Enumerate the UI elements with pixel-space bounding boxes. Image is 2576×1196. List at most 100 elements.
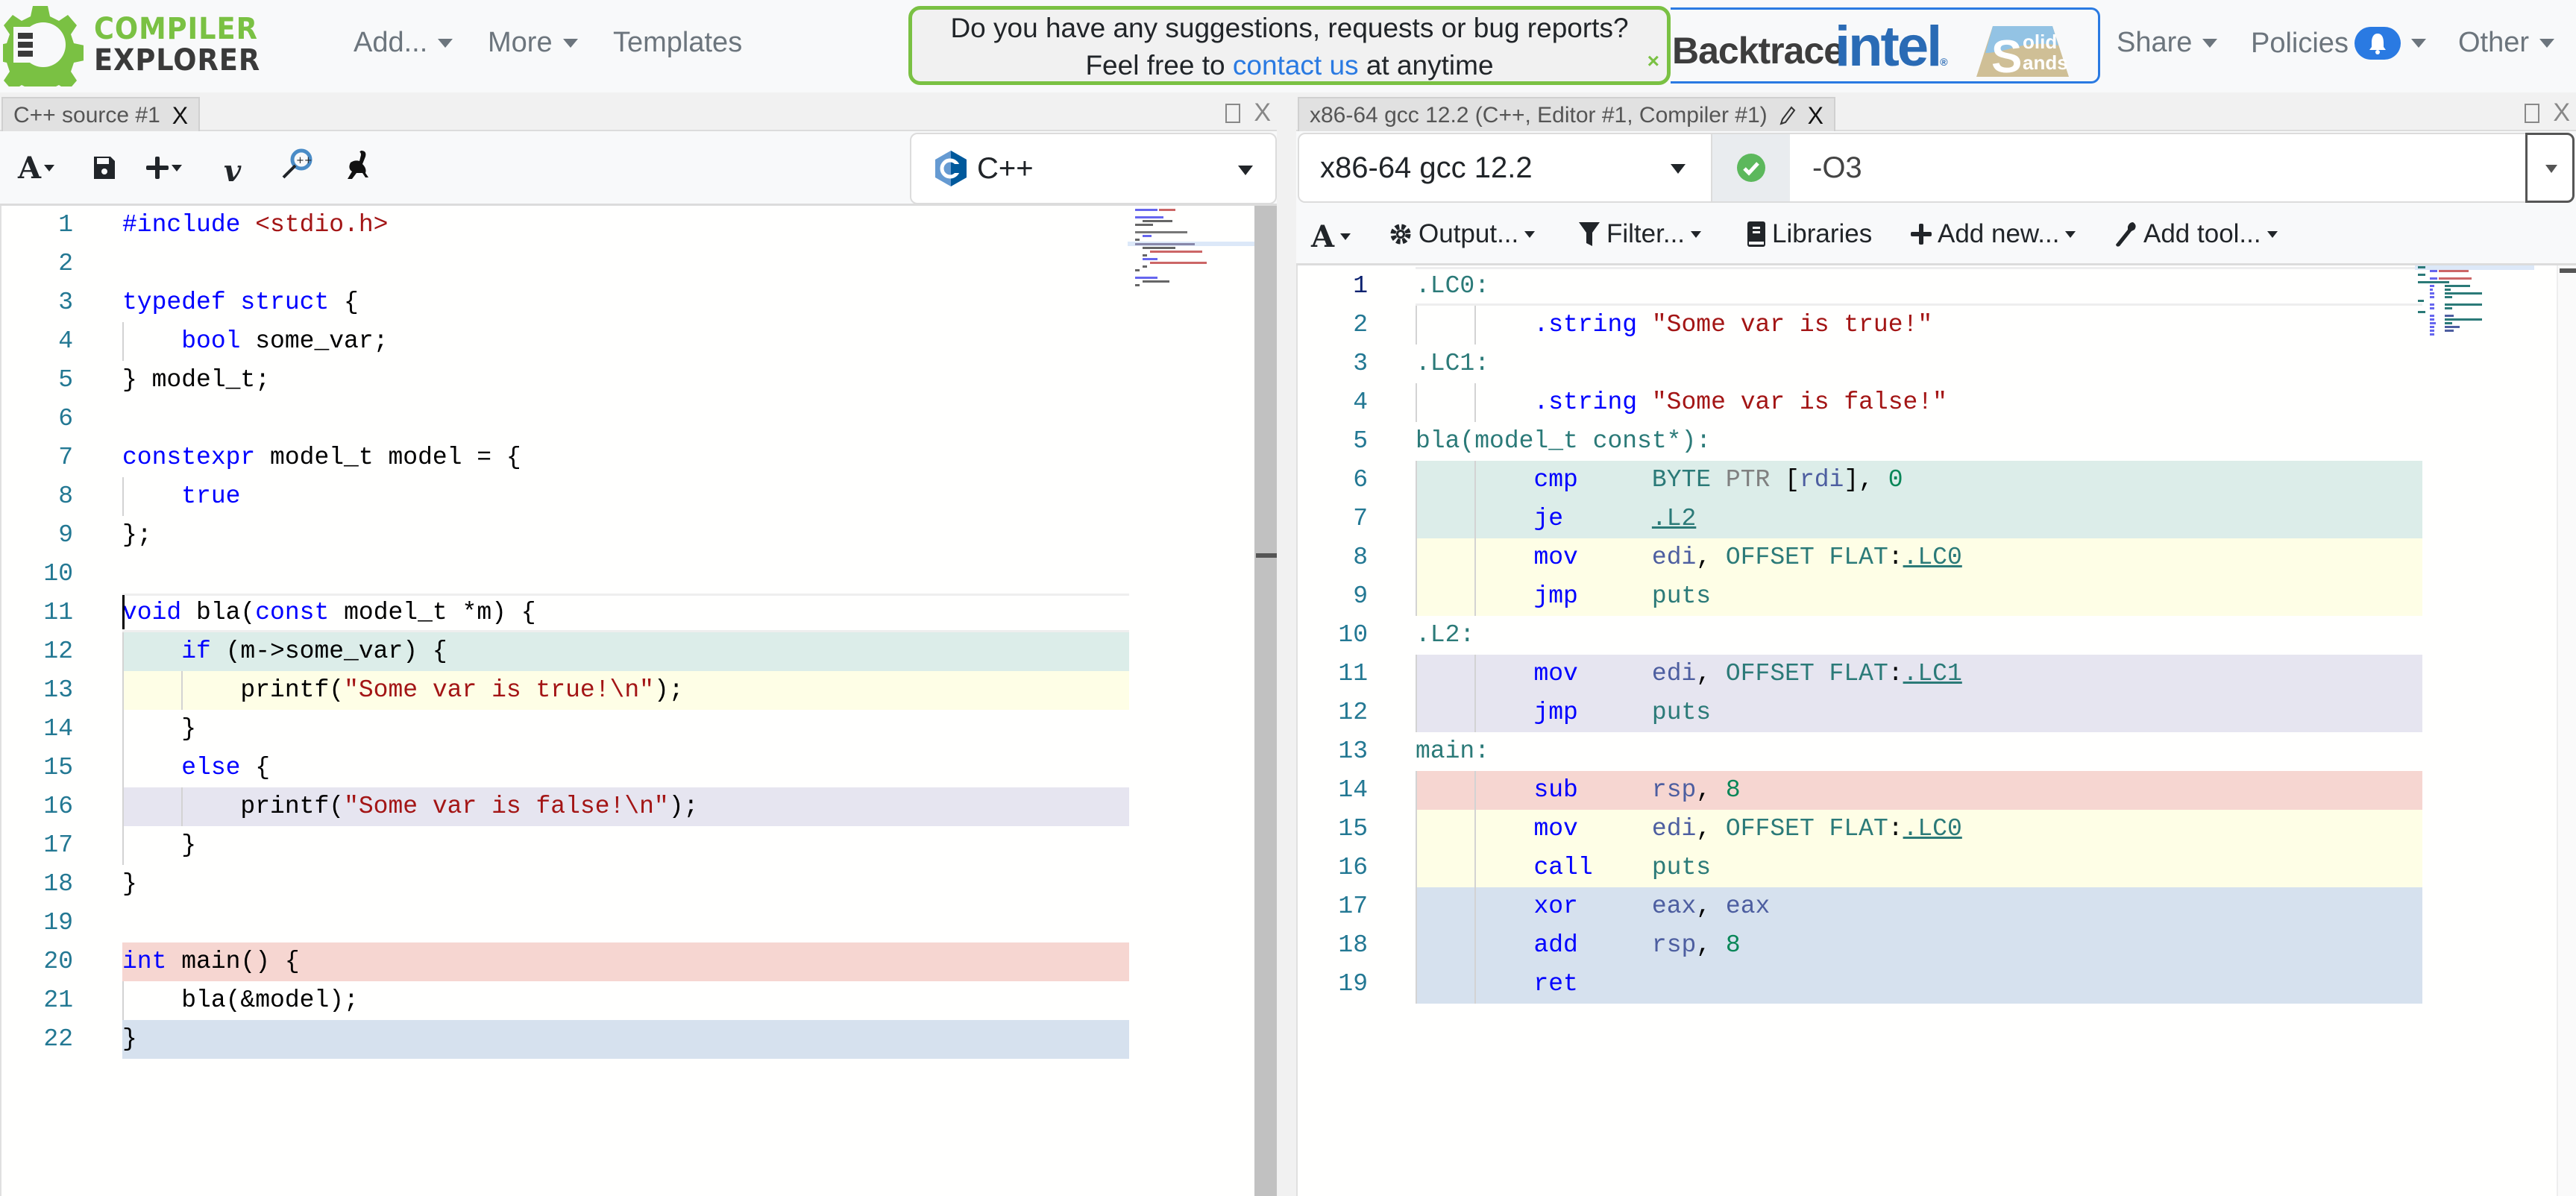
tab-close-button[interactable]: X [172,102,188,130]
add-new-menu-button[interactable]: Add new... [1911,219,2076,249]
nav-other-menu[interactable]: Other [2458,27,2555,59]
nav-templates-link[interactable]: Templates [613,27,742,59]
code-line[interactable]: 11 void bla(const model_t *m) { [1,594,1277,632]
pane-close-button[interactable]: X [1254,98,1271,128]
code-line[interactable]: 14 sub rsp, 8 [1298,771,2576,810]
code-line[interactable]: 17 } [1,826,1277,865]
code-line[interactable]: 11 mov edi, OFFSET FLAT:.LC1 [1298,655,2576,693]
code-line[interactable]: 16 call puts [1298,849,2576,887]
code-line[interactable]: 3 .LC1: [1298,344,2576,383]
vim-mode-button[interactable]: v [224,154,241,189]
code-line[interactable]: 4 .string "Some var is false!" [1298,383,2576,422]
assembly-minimap[interactable] [2415,265,2534,340]
assembly-output-editor[interactable]: 1 .LC0: 2 .string "Some var is true!" 3 .LC1… [1296,265,2576,1196]
compiler-options-input[interactable]: -O3 [1790,133,2536,203]
code-line[interactable]: 12 jmp puts [1298,693,2576,732]
font-size-icon: A [18,151,42,186]
code-line[interactable]: 4 bool some_var; [1,322,1277,361]
nav-policies-menu[interactable]: Policies [2251,27,2426,60]
code-line[interactable]: 15 mov edi, OFFSET FLAT:.LC0 [1298,810,2576,849]
code-line[interactable]: 19 [1,904,1277,942]
caret-down-icon [1691,230,1702,238]
quick-bench-button[interactable] [342,148,371,180]
save-button[interactable] [92,155,116,180]
code-text: } [122,826,196,865]
pane-splitter[interactable] [1277,92,1296,1196]
code-line[interactable]: 9}; [1,516,1277,555]
code-token-p [1578,544,1652,571]
code-line[interactable]: 6 cmp BYTE PTR [rdi], 0 [1298,461,2576,500]
solid-sands-logo-icon[interactable]: S olid ands [1975,23,2070,78]
font-size-button[interactable]: A [1311,219,1351,254]
code-line[interactable]: 13 printf("Some var is true!\n"); [1,671,1277,710]
code-token-link[interactable]: .L2 [1652,505,1696,532]
nav-more-menu[interactable]: More [488,27,578,59]
code-line[interactable]: 9 jmp puts [1298,577,2576,616]
code-line[interactable]: 15 else { [1,749,1277,787]
maximize-icon[interactable] [2525,103,2540,123]
code-line[interactable]: 22} [1,1020,1277,1059]
add-tool-menu-button[interactable]: Add tool... [2115,219,2278,249]
compiler-select[interactable]: x86-64 gcc 12.2 [1298,133,1712,203]
code-line[interactable]: 16 printf("Some var is false!\n"); [1,787,1277,826]
code-line[interactable]: 14 } [1,710,1277,749]
code-line[interactable]: 21 bla(&model); [1,981,1277,1020]
code-token-link[interactable]: .LC0 [1903,544,1962,571]
code-line[interactable]: 8 true [1,477,1277,516]
options-dropdown-button[interactable] [2525,133,2575,203]
code-text: else { [122,749,270,787]
line-number: 11 [1338,660,1368,687]
source-minimap[interactable] [1128,206,1254,303]
tab-close-button[interactable]: X [1808,102,1823,130]
font-size-button[interactable]: A [18,151,55,186]
nav-share-menu[interactable]: Share [2117,27,2218,59]
add-button[interactable] [146,155,182,180]
code-line[interactable]: 18 add rsp, 8 [1298,926,2576,965]
tab-cpp-source-1[interactable]: C++ source #1 X [1,97,201,133]
compiler-explorer-logo[interactable]: COMPILER EXPLORER [3,3,301,86]
code-line[interactable]: 18} [1,865,1277,904]
output-menu-button[interactable]: Output... [1389,219,1536,249]
code-token-dir: .string [1533,388,1638,416]
code-token-p: } [122,831,197,859]
contact-us-link[interactable]: contact us [1233,50,1359,81]
code-token-link[interactable]: .LC0 [1903,815,1962,843]
code-line[interactable]: 8 mov edi, OFFSET FLAT:.LC0 [1298,538,2576,577]
sponsors-box[interactable]: Backtrace intel® S olid ands [1671,7,2100,84]
pencil-icon[interactable] [1779,106,1796,125]
nav-add-menu[interactable]: Add... [354,27,453,59]
filter-menu-button[interactable]: Filter... [1578,219,1702,249]
code-line[interactable]: 12 if (m->some_var) { [1,632,1277,671]
source-code-editor[interactable]: 1 #include <stdio.h> 2 3 typedef struct {4 b… [0,206,1277,1196]
sponsor-backtrace[interactable]: Backtrace [1672,29,1844,72]
compile-status[interactable] [1712,133,1790,203]
code-line[interactable]: 5 bla(model_t const*): [1298,422,2576,461]
code-line[interactable]: 5} model_t; [1,361,1277,400]
code-line[interactable]: 17 xor eax, eax [1298,887,2576,926]
notification-badge[interactable] [2354,27,2401,60]
code-line[interactable]: 19 ret [1298,965,2576,1004]
code-line[interactable]: 7 constexpr model_t model = { [1,438,1277,477]
code-line[interactable]: 1 #include <stdio.h> [1,206,1277,245]
motd-close-button[interactable]: × [1647,43,1659,80]
cppinsights-button[interactable]: ++ [280,148,313,180]
code-line[interactable]: 2 .string "Some var is true!" [1298,306,2576,344]
code-line[interactable]: 13 main: [1298,732,2576,771]
pane-close-button[interactable]: X [2553,98,2570,128]
code-line[interactable]: 2 [1,245,1277,283]
code-token-link[interactable]: .LC1 [1903,660,1962,687]
code-line[interactable]: 20 int main() { [1,942,1277,981]
code-line[interactable]: 1 .LC0: [1298,267,2576,306]
code-line[interactable]: 10 [1,555,1277,594]
sponsor-intel[interactable]: intel® [1835,17,1948,92]
code-line[interactable]: 6 [1,400,1277,438]
language-select[interactable]: C++ [910,133,1277,204]
code-line[interactable]: 10 .L2: [1298,616,2576,655]
code-line[interactable]: 3 typedef struct { [1,283,1277,322]
assembly-scrollbar[interactable] [2557,265,2576,1196]
libraries-button[interactable]: Libraries [1747,219,1872,249]
maximize-icon[interactable] [1225,103,1241,123]
code-line[interactable]: 7 je .L2 [1298,500,2576,538]
tab-compiler-1[interactable]: x86-64 gcc 12.2 (C++, Editor #1, Compile… [1298,97,1835,133]
source-scrollbar[interactable] [1254,206,1277,1196]
